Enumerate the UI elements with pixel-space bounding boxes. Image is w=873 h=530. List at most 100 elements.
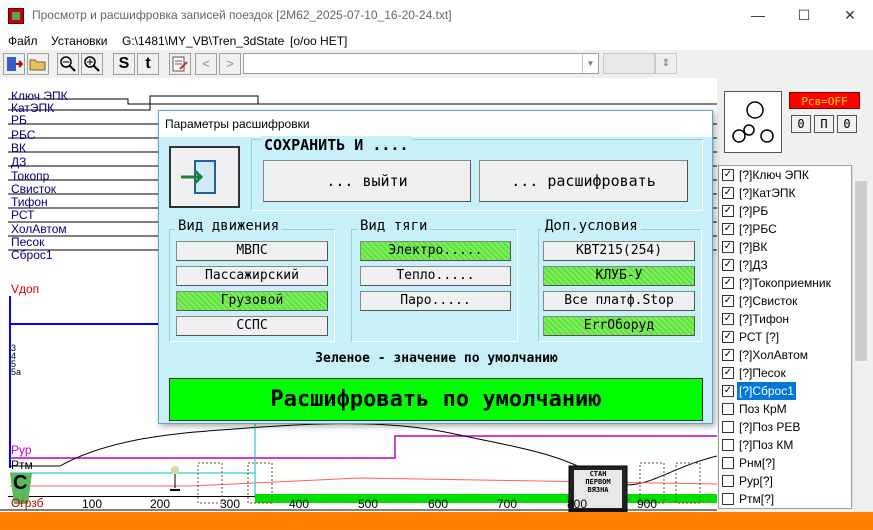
signal-checkbox[interactable]	[722, 421, 734, 433]
scrollbar-thumb[interactable]	[855, 181, 867, 361]
spin-icon[interactable]: ⇕	[655, 53, 677, 74]
signal-list-item[interactable]: ✓ [?]Песок	[719, 364, 851, 382]
signal-list[interactable]: ✓ [?]Ключ ЭПК ✓ [?]КатЭПК ✓ [?]РБ ✓ [?]РБС ✓ [?]В…	[718, 165, 852, 509]
signal-list-item[interactable]: ✓ [?]ДЗ	[719, 256, 851, 274]
signal-list-item[interactable]: ✓ [?]Тифон	[719, 310, 851, 328]
signal-label: ВК	[11, 141, 26, 155]
open-folder-icon[interactable]	[27, 53, 49, 75]
menu-settings[interactable]: Установки	[51, 34, 107, 48]
edit-notes-icon[interactable]	[169, 53, 191, 75]
signal-checkbox[interactable]	[722, 457, 734, 469]
x-tick: 600	[428, 497, 449, 511]
x-tick: 400	[289, 497, 310, 511]
signal-list-item[interactable]: ✓ [?]ХолАвтом	[719, 346, 851, 364]
maximize-button[interactable]: ☐	[781, 0, 827, 31]
signal-checkbox[interactable]: ✓	[722, 223, 734, 235]
signal-list-item[interactable]: [?]Поз КМ	[719, 436, 851, 454]
motion-title: Вид движения	[175, 218, 283, 234]
signal-checkbox[interactable]	[722, 475, 734, 487]
signal-checkbox[interactable]: ✓	[722, 205, 734, 217]
signal-checkbox[interactable]: ✓	[722, 277, 734, 289]
signal-list-item[interactable]: ✓ [?]Ключ ЭПК	[719, 166, 851, 184]
bottom-label: Огрзб	[11, 496, 44, 510]
signal-list-item[interactable]: ✓ [?]РБС	[719, 220, 851, 238]
signal-list-label: [?]ДЗ	[739, 258, 768, 272]
signal-list-item[interactable]: ✓ [?]РБ	[719, 202, 851, 220]
zoom-out-icon[interactable]	[57, 53, 79, 75]
signal-checkbox[interactable]: ✓	[722, 295, 734, 307]
traction-option[interactable]: Электро.....	[360, 241, 511, 261]
signal-list-item[interactable]: ✓ [?]КатЭПК	[719, 184, 851, 202]
signal-checkbox[interactable]: ✓	[722, 367, 734, 379]
signal-list-label: РСТ [?]	[739, 330, 780, 344]
door-exit-icon	[181, 160, 216, 194]
decode-default-button[interactable]: Расшифровать по умолчанию	[169, 378, 703, 421]
motion-option[interactable]: Пассажирский	[176, 266, 328, 286]
save-decode-button[interactable]: ... расшифровать	[479, 160, 688, 202]
menu-path[interactable]: G:\1481\MY_VB\Tren_3dState	[122, 34, 284, 48]
t-button[interactable]: t	[137, 53, 159, 75]
signal-list-label: [?]ВК	[739, 240, 768, 254]
extra-option[interactable]: КЛУБ-У	[543, 266, 695, 286]
extra-option[interactable]: Все платф.Stop	[543, 291, 695, 311]
s-button[interactable]: S	[113, 53, 135, 75]
app-icon	[8, 8, 24, 24]
signal-list-item[interactable]: Ртм[?]	[719, 490, 851, 508]
signal-list-item[interactable]: ✓ [?]Сброс1	[719, 382, 851, 400]
extra-option[interactable]: ErrОборуд	[543, 316, 695, 336]
signal-checkbox[interactable]: ✓	[722, 169, 734, 181]
x-tick: 900	[637, 497, 658, 511]
decode-settings-dialog: Параметры расшифровки СОХРАНИТЬ И .... .…	[158, 110, 713, 424]
small-label: 5a	[11, 367, 22, 377]
signal-checkbox[interactable]	[722, 403, 734, 415]
signal-list-item[interactable]: [?]Поз РЕВ	[719, 418, 851, 436]
signal-list-item[interactable]: ✓ [?]Токоприемник	[719, 274, 851, 292]
signal-checkbox[interactable]: ✓	[722, 313, 734, 325]
signal-list-label: [?]Поз КМ	[739, 438, 794, 452]
next-button[interactable]: >	[219, 53, 241, 75]
signal-checkbox[interactable]: ✓	[722, 259, 734, 271]
menu-file[interactable]: Файл	[8, 34, 38, 48]
motion-option[interactable]: ССПС	[176, 316, 328, 336]
motion-option[interactable]: МВПС	[176, 241, 328, 261]
prev-button[interactable]: <	[195, 53, 217, 75]
save-exit-button[interactable]: ... выйти	[263, 160, 471, 202]
signal-checkbox[interactable]: ✓	[722, 349, 734, 361]
close-button[interactable]: ✕	[827, 0, 873, 31]
signal-list-item[interactable]: ✓ [?]ВК	[719, 238, 851, 256]
signal-checkbox[interactable]	[722, 439, 734, 451]
signal-checkbox[interactable]: ✓	[722, 241, 734, 253]
signal-list-label: [?]КатЭПК	[739, 186, 796, 200]
signal-list-label: [?]Токоприемник	[739, 276, 831, 290]
motion-option[interactable]: Грузовой	[176, 291, 328, 311]
signal-list-label: [?]ХолАвтом	[739, 348, 809, 362]
zoom-in-icon[interactable]	[81, 53, 103, 75]
signal-list-item[interactable]: Рнм[?]	[719, 454, 851, 472]
signal-list-item[interactable]: Рур[?]	[719, 472, 851, 490]
exit-door-button[interactable]	[169, 146, 240, 208]
extra-option[interactable]: КВТ215(254)	[543, 241, 695, 261]
traction-title: Вид тяги	[357, 218, 431, 234]
spin-field[interactable]	[603, 53, 655, 74]
signal-list-item[interactable]: ✓ [?]Свисток	[719, 292, 851, 310]
minimize-button[interactable]: —	[735, 0, 781, 31]
record-combo[interactable]: ▼	[243, 53, 599, 74]
signal-checkbox[interactable]	[722, 493, 734, 505]
traction-option[interactable]: Паро.....	[360, 291, 511, 311]
menu-bar: Файл Установки G:\1481\MY_VB\Tren_3dStat…	[0, 31, 873, 50]
signal-checkbox[interactable]: ✓	[722, 187, 734, 199]
signal-list-item[interactable]: ✓ РСТ [?]	[719, 328, 851, 346]
signal-list-item[interactable]: Поз КрМ	[719, 400, 851, 418]
signal-list-label: [?]Свисток	[739, 294, 798, 308]
signal-checkbox[interactable]: ✓	[722, 331, 734, 343]
signal-list-scrollbar[interactable]	[852, 165, 868, 509]
menu-mode[interactable]: [o/oo HET]	[290, 34, 347, 48]
signal-list-label: [?]Поз РЕВ	[739, 420, 801, 434]
exit-icon[interactable]	[3, 53, 25, 75]
chevron-down-icon[interactable]: ▼	[582, 54, 598, 73]
traction-option[interactable]: Тепло.....	[360, 266, 511, 286]
signal-label: Сброс1	[11, 248, 53, 262]
signal-label: РБ	[11, 113, 27, 127]
station-sign-line: ВЯЗНА	[587, 486, 609, 494]
signal-checkbox[interactable]: ✓	[722, 385, 734, 397]
